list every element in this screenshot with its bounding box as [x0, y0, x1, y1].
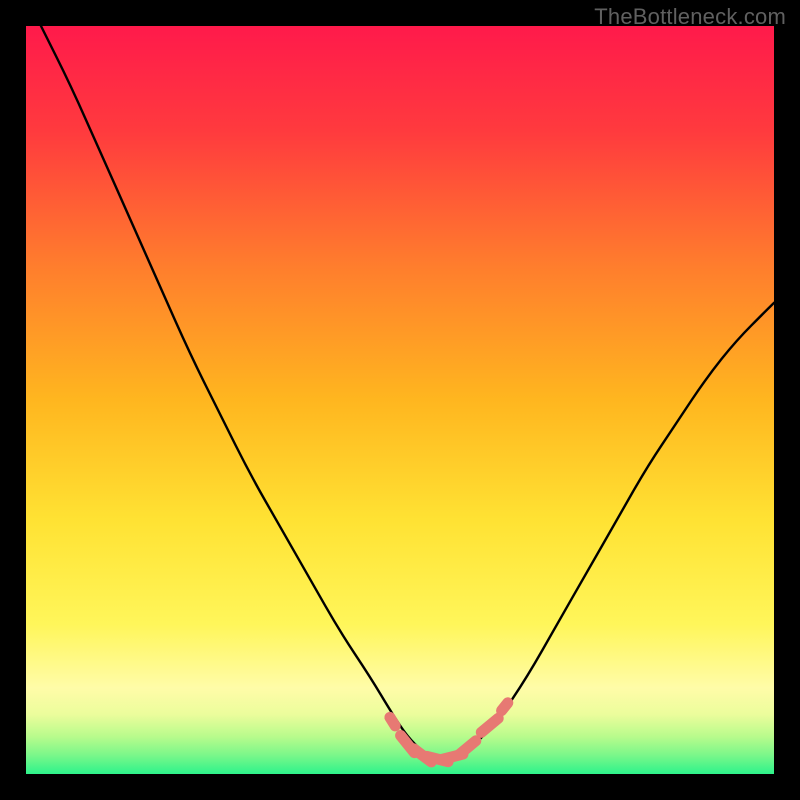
flat-segment-right-mid	[459, 741, 476, 755]
curve-markers	[390, 703, 508, 762]
bottleneck-curve	[41, 26, 774, 759]
curve-path	[41, 26, 774, 759]
flat-segment-far-right	[502, 703, 508, 711]
flat-segment-left-edge	[390, 717, 395, 726]
watermark-text: TheBottleneck.com	[594, 4, 786, 30]
chart-frame: TheBottleneck.com	[0, 0, 800, 800]
chart-svg	[26, 26, 774, 774]
flat-segment-right-edge	[481, 718, 498, 732]
